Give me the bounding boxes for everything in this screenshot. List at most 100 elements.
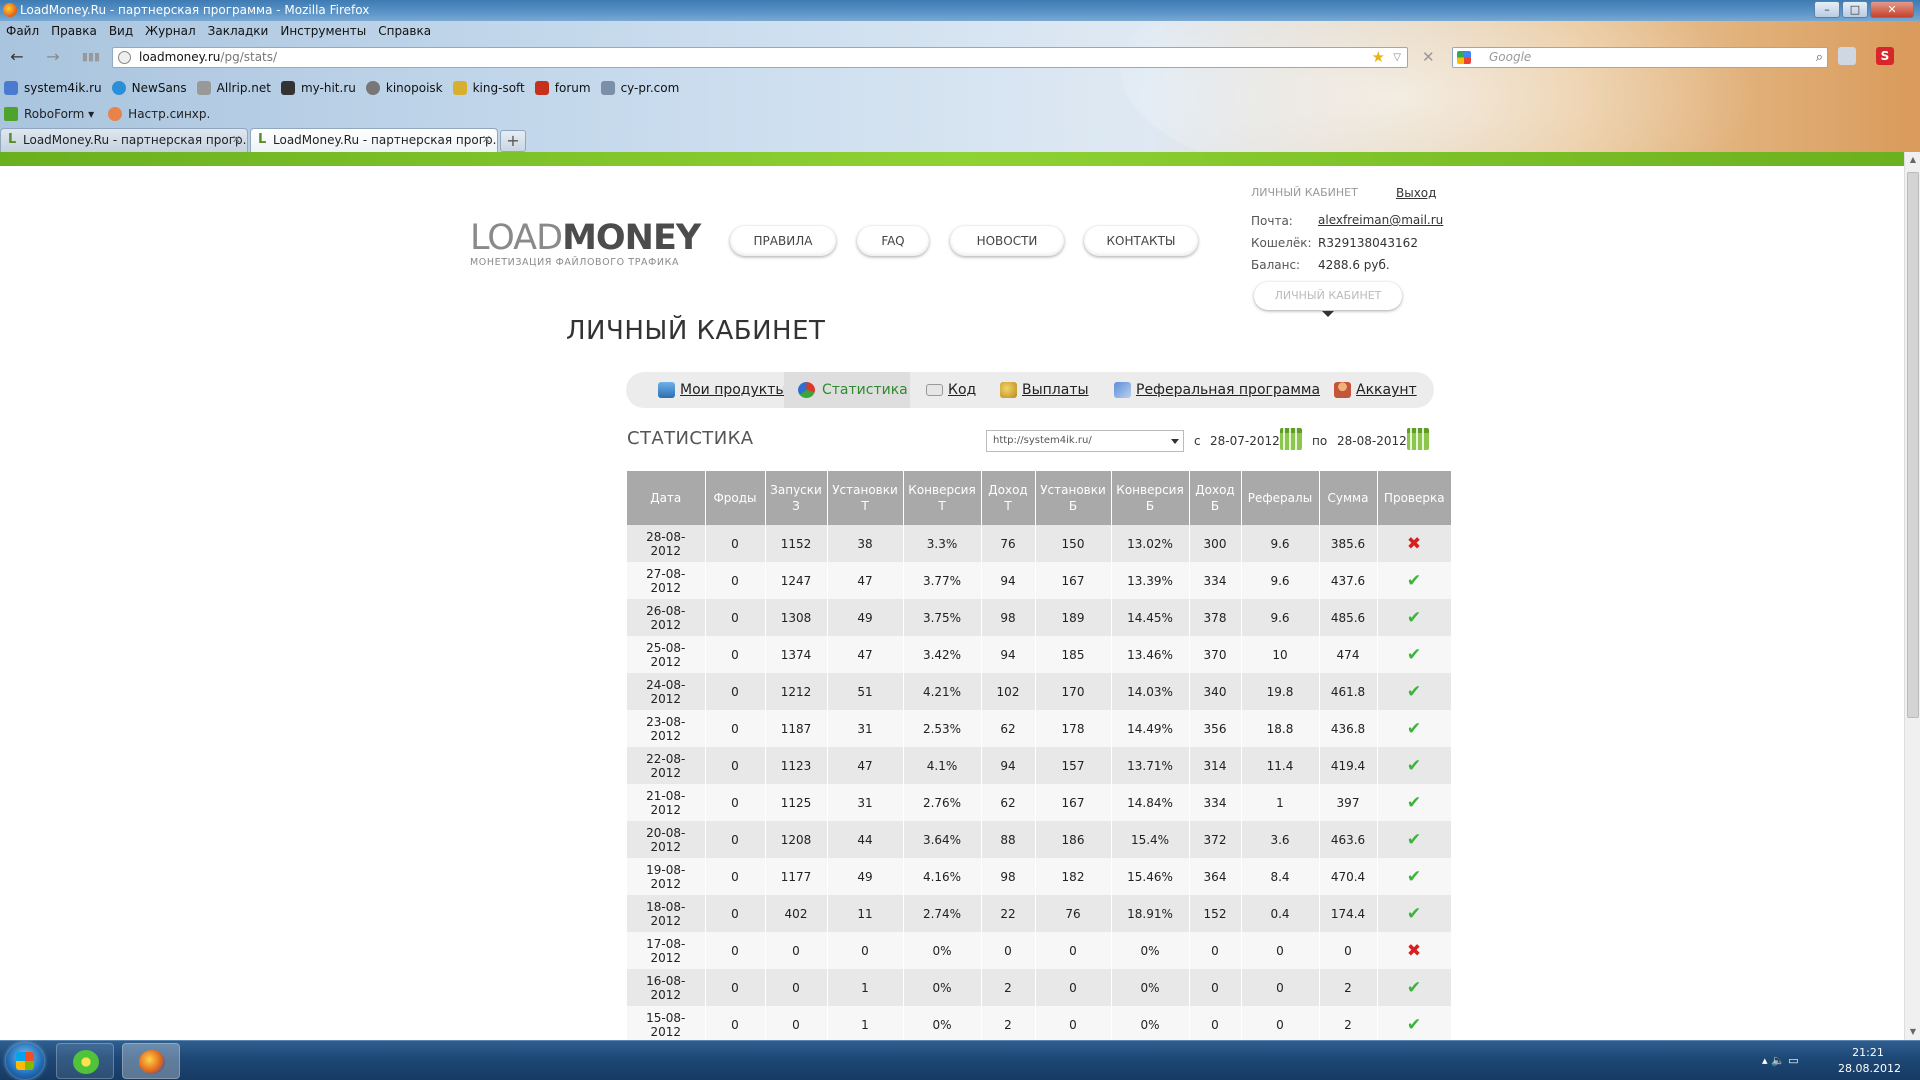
cell-sum: 2 (1319, 1006, 1378, 1040)
search-magnifier-icon[interactable]: ⌕ (1816, 48, 1823, 67)
date-from-value[interactable]: 28-07-2012 (1210, 434, 1280, 448)
page-scrollbar[interactable]: ▲ ▼ (1904, 152, 1920, 1040)
addon-icon[interactable] (1838, 47, 1856, 65)
tab-my-products[interactable]: Мои продукты (658, 372, 786, 408)
cell-check: ✔ (1377, 562, 1452, 599)
browser-tab-2-active[interactable]: L LoadMoney.Ru - партнерская прогр... ✕ (250, 128, 498, 152)
cell-income-t: 62 (981, 710, 1036, 747)
email-link[interactable]: alexfreiman@mail.ru (1318, 213, 1443, 227)
cell-date: 23-08-2012 (627, 710, 706, 747)
table-row: 25-08-2012 0 1374 47 3.42% 94 185 13.46% 370 10 47… (627, 636, 1452, 673)
menu-bookmarks[interactable]: Закладки (202, 21, 275, 41)
date-to-value[interactable]: 28-08-2012 (1337, 434, 1407, 448)
minimize-button[interactable]: – (1814, 1, 1840, 18)
search-bar[interactable]: Google ⌕ (1452, 47, 1828, 68)
code-icon (926, 384, 943, 396)
bookmark-my-hit[interactable]: my-hit.ru (277, 78, 362, 98)
start-button[interactable] (6, 1043, 44, 1079)
cell-conversion-t: 2.76% (903, 784, 982, 821)
taskbar-firefox[interactable] (122, 1043, 180, 1079)
cell-installs-b: 76 (1035, 895, 1112, 932)
nav-faq-button[interactable]: FAQ (857, 226, 929, 256)
bookmark-kinopoisk[interactable]: kinopoisk (362, 78, 449, 98)
cell-installs-b: 167 (1035, 784, 1112, 821)
date-from-label: с (1194, 434, 1201, 448)
url-text[interactable]: loadmoney.ru/pg/stats/ (139, 48, 277, 67)
tab-referral-program[interactable]: Реферальная программа (1114, 372, 1320, 408)
bookmark-favicon-icon (280, 81, 295, 95)
bookmark-allrip[interactable]: Allrip.net (193, 78, 277, 98)
cell-income-t: 94 (981, 636, 1036, 673)
bookmark-star-icon[interactable]: ★ (1372, 48, 1385, 67)
personal-cabinet-button[interactable]: ЛИЧНЫЙ КАБИНЕТ (1254, 282, 1402, 317)
roboform-button[interactable]: RoboForm ▾ (0, 104, 104, 124)
calendar-from-icon[interactable] (1280, 428, 1302, 450)
windows-logo-icon (16, 1052, 34, 1070)
nav-contacts-button[interactable]: КОНТАКТЫ (1084, 226, 1198, 256)
tab-payouts[interactable]: Выплаты (1000, 372, 1089, 408)
tab-code[interactable]: Код (926, 372, 976, 408)
check-mark-icon: ✔ (1406, 755, 1422, 776)
cell-check: ✔ (1377, 673, 1452, 710)
browser-chrome: LoadMoney.Ru - партнерская программа - M… (0, 0, 1920, 152)
loadmoney-logo[interactable]: LOADMONEY МОНЕТИЗАЦИЯ ФАЙЛОВОГО ТРАФИКА (470, 220, 701, 268)
tray-icons[interactable]: ▴ 🔈 ▭ (1762, 1041, 1799, 1080)
menu-view[interactable]: Вид (103, 21, 139, 41)
scroll-down-icon[interactable]: ▼ (1905, 1024, 1920, 1040)
cell-date: 28-08-2012 (627, 525, 706, 562)
browser-tab-1[interactable]: L LoadMoney.Ru - партнерская прогр... ✕ (0, 128, 248, 152)
bookmark-king-soft[interactable]: king-soft (449, 78, 531, 98)
cell-check: ✔ (1377, 747, 1452, 784)
cell-sum: 474 (1319, 636, 1378, 673)
cell-frauds: 0 (705, 932, 766, 969)
forward-arrow-icon[interactable]: → (42, 47, 64, 67)
tab-account[interactable]: Аккаунт (1334, 372, 1417, 408)
address-bar[interactable]: loadmoney.ru/pg/stats/ ★ ▽ (112, 47, 1408, 68)
taskbar-icq[interactable] (56, 1043, 114, 1079)
nav-news-button[interactable]: НОВОСТИ (950, 226, 1064, 256)
maximize-button[interactable]: □ (1842, 1, 1868, 18)
bookmark-favicon-icon (534, 81, 549, 95)
cell-installs-b: 189 (1035, 599, 1112, 636)
nav-rules-button[interactable]: ПРАВИЛА (730, 226, 836, 256)
menu-tools[interactable]: Инструменты (274, 21, 372, 41)
menu-file[interactable]: Файл (0, 21, 45, 41)
bookmark-newsans[interactable]: NewSans (108, 78, 193, 98)
system-clock[interactable]: 21:21 28.08.2012 (1838, 1045, 1901, 1077)
google-icon[interactable] (1457, 51, 1471, 64)
cell-installs-t: 1 (827, 1006, 904, 1040)
bookmark-cy-pr[interactable]: cy-pr.com (597, 78, 686, 98)
menu-edit[interactable]: Правка (45, 21, 103, 41)
close-window-button[interactable]: ✕ (1870, 1, 1914, 18)
logout-link[interactable]: Выход (1396, 186, 1436, 200)
stop-icon[interactable]: ✕ (1422, 48, 1435, 66)
calendar-to-icon[interactable] (1407, 428, 1429, 450)
sync-settings-button[interactable]: Настр.синхр. (104, 104, 220, 124)
cell-income-b: 334 (1189, 784, 1242, 821)
cell-date: 27-08-2012 (627, 562, 706, 599)
cell-conversion-b: 14.03% (1111, 673, 1190, 710)
cell-launches: 1125 (765, 784, 828, 821)
menu-help[interactable]: Справка (372, 21, 437, 41)
new-tab-button[interactable]: + (500, 130, 526, 152)
bookmark-forum[interactable]: forum (531, 78, 597, 98)
url-history-dropdown-icon[interactable]: ▽ (1393, 48, 1401, 67)
menu-history[interactable]: Журнал (139, 21, 202, 41)
cell-income-b: 356 (1189, 710, 1242, 747)
scroll-up-icon[interactable]: ▲ (1905, 152, 1920, 168)
cell-installs-t: 11 (827, 895, 904, 932)
tab-close-icon[interactable]: ✕ (482, 129, 491, 151)
cell-sum: 174.4 (1319, 895, 1378, 932)
tab-close-icon[interactable]: ✕ (232, 129, 241, 151)
cell-sum: 385.6 (1319, 525, 1378, 562)
site-select[interactable]: http://system4ik.ru/ (986, 430, 1184, 452)
cell-conversion-b: 13.71% (1111, 747, 1190, 784)
bookmark-system4ik[interactable]: system4ik.ru (0, 78, 108, 98)
scrollbar-thumb[interactable] (1907, 172, 1919, 718)
table-row: 20-08-2012 0 1208 44 3.64% 88 186 15.4% 372 3.6 46… (627, 821, 1452, 858)
tab-statistics[interactable]: Статистика (784, 372, 910, 408)
site-identity-icon[interactable] (118, 51, 131, 64)
cell-launches: 1247 (765, 562, 828, 599)
seo-s-icon[interactable]: S (1876, 47, 1894, 65)
back-arrow-icon[interactable]: ← (6, 47, 28, 67)
